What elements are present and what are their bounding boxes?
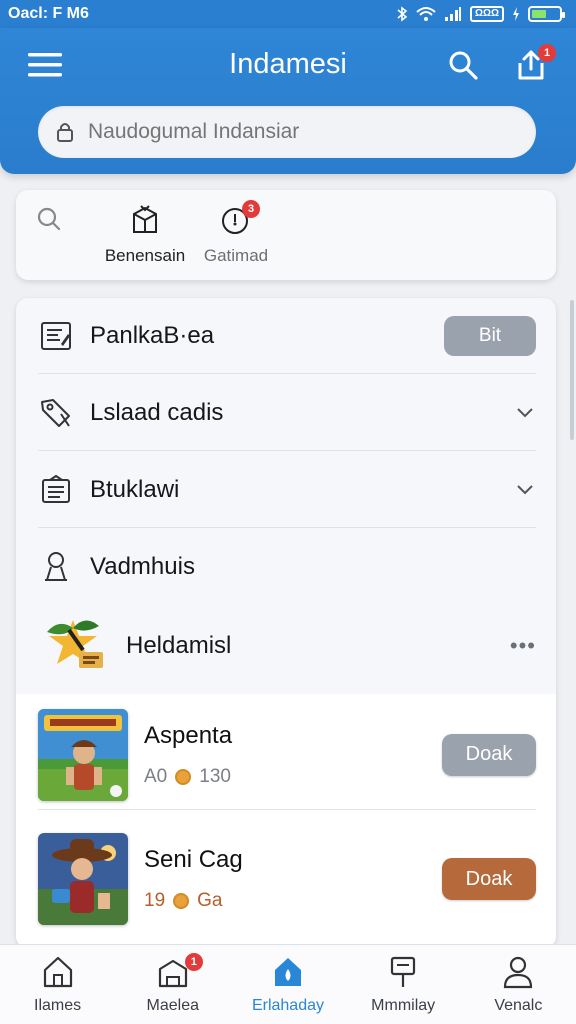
share-badge: 1 [538,44,556,62]
nav-icon-wrap [348,955,458,991]
more-icon[interactable]: ••• [510,633,536,659]
gatimad-badge: 3 [242,200,260,218]
game-meta-right: Ga [197,890,223,911]
menu-row-btuklawi[interactable]: Btuklawi [38,452,536,528]
game-list: Aspenta A0 130 Doak Seni Cag 19 Ga Doak [16,694,556,948]
game-meta: 19 Ga [144,890,442,912]
game-meta-left: A0 [144,765,168,787]
game-action-button[interactable]: Doak [442,858,536,900]
chevron-down-icon[interactable] [514,402,536,424]
page-title: Indamesi [229,48,347,80]
game-thumbnail [38,833,128,925]
status-time: Oacl: F M6 [8,5,89,22]
house-drop-icon [274,958,301,986]
bottom-nav: Ilames 1 Maelea Erlahaday Mmmilay Venalc [0,944,576,1024]
search-bar[interactable] [38,106,536,158]
nav-icon-wrap: 1 [118,953,228,991]
person-icon [38,549,74,585]
nav-label: Ilames [34,997,82,1014]
maelea-badge: 1 [184,953,203,971]
share-button[interactable]: 1 [508,42,556,88]
menu-row-label: Vadmhuis [90,553,195,580]
lock-icon [57,123,73,142]
search-button[interactable] [440,42,486,88]
game-row-seni-cag[interactable]: Seni Cag 19 Ga Doak [38,824,536,934]
home-icon [43,956,72,988]
box-icon [133,205,157,233]
game-row-aspenta[interactable]: Aspenta A0 130 Doak [38,700,536,810]
coin-icon [175,768,192,785]
bit-button[interactable]: Bit [444,315,536,356]
quick-action-label: Gatimad [203,246,269,265]
quick-action-benensain[interactable]: Benensain [90,204,200,266]
menu-row-label: PanlkaB·ea [90,321,215,349]
battery-level [532,10,547,18]
game-logo-icon [38,611,108,681]
nav-icon-wrap [463,955,573,991]
charging-icon [513,7,519,21]
game-info: Seni Cag 19 Ga [144,846,442,912]
nav-icon-wrap [233,955,343,991]
scrollbar[interactable] [570,300,574,440]
nav-label: Erlahaday [251,997,324,1014]
menu-row-lslaad-cadis[interactable]: Lslaad cadis [38,375,536,451]
menu-row-vadmhuis[interactable]: Vadmhuis [38,529,536,605]
document-icon [38,318,74,354]
chevron-down-icon[interactable] [514,479,536,501]
nav-item-mmmilay[interactable]: Mmmilay [348,955,458,1015]
status-bar: Oacl: F M6 ΩΩΩ [0,0,576,28]
game-title: Seni Cag [144,846,243,873]
qa-icon-wrap [90,204,200,236]
signal-icon [444,7,461,21]
newspaper-icon [38,472,74,508]
menu-row-label: Heldamisl [126,632,232,659]
search-icon [449,51,478,80]
menu-row-label: Lslaad cadis [90,398,224,426]
game-meta-left: 19 [144,890,166,911]
menu-row-heldamisl[interactable]: Heldamisl ••• [38,606,536,686]
search-icon [37,207,61,231]
game-title: Aspenta [144,721,233,749]
bluetooth-icon [397,6,408,22]
nav-item-venalc[interactable]: Venalc [463,955,573,1015]
battery-icon [528,6,565,22]
menu-row-panlkabea[interactable]: PanlkaB·ea Bit [38,298,536,374]
status-icons: ΩΩΩ [396,6,565,22]
game-info: Aspenta A0 130 [144,722,442,788]
app-header: Indamesi 1 [0,28,576,174]
person-icon [504,956,533,989]
signpost-icon [391,956,416,987]
menu-list-card: PanlkaB·ea Bit Lslaad cadis Btuklawi Vad… [16,298,556,948]
wifi-icon [416,7,436,21]
game-meta-right: 130 [199,765,231,787]
nav-label: Venalc [494,997,543,1014]
box-icon [158,959,187,988]
nav-icon-wrap [3,955,113,991]
game-meta: A0 130 [144,766,442,788]
search-input[interactable] [88,120,508,144]
coin-icon [173,893,190,909]
nav-item-home[interactable]: Ilames [3,955,113,1015]
qa-icon-wrap: 3 [186,200,286,236]
quick-search-button[interactable] [34,206,64,236]
game-thumbnail [38,708,128,801]
tag-icon [38,395,74,431]
game-action-button[interactable]: Doak [442,733,536,776]
nav-item-maelea[interactable]: 1 Maelea [118,953,228,1015]
nav-item-erlahaday[interactable]: Erlahaday [233,955,343,1015]
quick-action-gatimad[interactable]: 3 Gatimad [186,200,286,266]
carrier-badge: ΩΩΩ [469,6,504,22]
menu-row-label: Btuklawi [90,475,180,503]
quick-action-label: Benensain [104,246,186,265]
nav-label: Mmmilay [371,997,436,1014]
nav-label: Maelea [146,997,200,1014]
quick-actions-card: Benensain 3 Gatimad [16,190,556,280]
